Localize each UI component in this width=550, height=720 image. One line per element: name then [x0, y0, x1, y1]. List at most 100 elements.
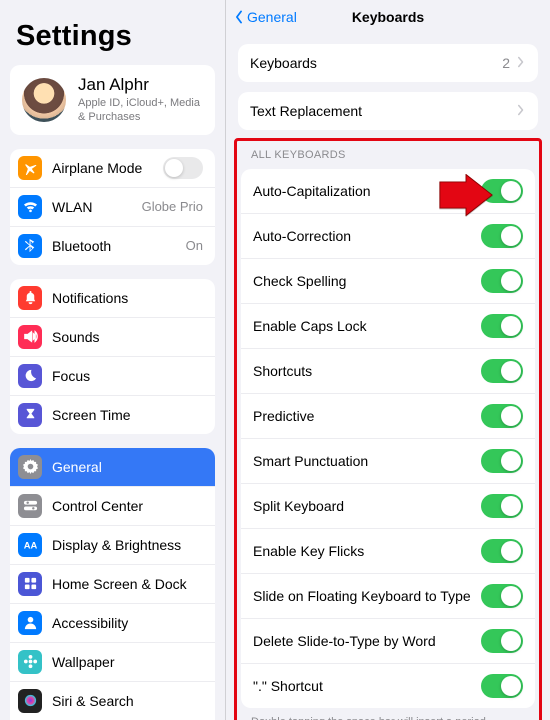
switches-icon [18, 494, 42, 518]
profile-card[interactable]: Jan Alphr Apple ID, iCloud+, Media & Pur… [10, 65, 215, 135]
row-label: Control Center [52, 498, 203, 514]
sidebar-item-display-brightness[interactable]: AA Display & Brightness [10, 525, 215, 564]
annotation-arrow [438, 174, 494, 221]
menu-label: Text Replacement [250, 103, 510, 119]
sidebar: Settings Jan Alphr Apple ID, iCloud+, Me… [0, 0, 225, 720]
profile-name: Jan Alphr [78, 75, 203, 95]
gear-icon [18, 455, 42, 479]
row-label: WLAN [52, 199, 132, 215]
person-icon [18, 611, 42, 635]
sidebar-item-notifications[interactable]: Notifications [10, 279, 215, 317]
toggle-slide-on-floating-keyboard-to-type[interactable] [481, 584, 523, 608]
toggle-enable-key-flicks[interactable] [481, 539, 523, 563]
sidebar-item-wlan[interactable]: WLAN Globe Prio [10, 187, 215, 226]
siri-icon [18, 689, 42, 713]
toggle-row-shortcut[interactable]: "." Shortcut [241, 663, 535, 708]
row-label: Sounds [52, 329, 203, 345]
chevron-right-icon [516, 55, 526, 71]
row-label: Accessibility [52, 615, 203, 631]
flower-icon [18, 650, 42, 674]
bell-icon [18, 286, 42, 310]
row-label: Home Screen & Dock [52, 576, 203, 592]
avatar [22, 78, 66, 122]
profile-sub: Apple ID, iCloud+, Media & Purchases [78, 96, 203, 125]
toggle-auto-correction[interactable] [481, 224, 523, 248]
row-label: Focus [52, 368, 203, 384]
toggle-smart-punctuation[interactable] [481, 449, 523, 473]
sidebar-group-general: General Control Center AA Display & Brightn… [10, 448, 215, 720]
toggle-check-spelling[interactable] [481, 269, 523, 293]
row-label: Bluetooth [52, 238, 176, 254]
shortcut-footer-note: Double tapping the space bar will insert… [237, 708, 539, 720]
menu-row[interactable]: Keyboards2 [238, 44, 538, 82]
hourglass-icon [18, 403, 42, 427]
toggle-enable-caps-lock[interactable] [481, 314, 523, 338]
sidebar-item-screen-time[interactable]: Screen Time [10, 395, 215, 434]
toggle-shortcut[interactable] [481, 674, 523, 698]
toggle-label: Auto-Correction [253, 228, 481, 244]
menu-row[interactable]: Text Replacement [238, 92, 538, 130]
airplane-switch[interactable] [163, 157, 203, 179]
toggle-split-keyboard[interactable] [481, 494, 523, 518]
row-value: On [186, 238, 203, 253]
sidebar-item-general[interactable]: General [10, 448, 215, 486]
toggle-row-slide-on-floating-keyboard-to-type[interactable]: Slide on Floating Keyboard to Type [241, 573, 535, 618]
sidebar-item-airplane-mode[interactable]: Airplane Mode [10, 149, 215, 187]
row-label: Airplane Mode [52, 160, 153, 176]
chevron-right-icon [516, 103, 526, 119]
row-label: Wallpaper [52, 654, 203, 670]
toggle-label: Split Keyboard [253, 498, 481, 514]
toggle-label: Smart Punctuation [253, 453, 481, 469]
row-value: Globe Prio [142, 199, 203, 214]
all-keyboards-group: Auto-CapitalizationAuto-CorrectionCheck … [241, 169, 535, 708]
sidebar-item-sounds[interactable]: Sounds [10, 317, 215, 356]
wifi-icon [18, 195, 42, 219]
sidebar-item-accessibility[interactable]: Accessibility [10, 603, 215, 642]
sidebar-item-bluetooth[interactable]: Bluetooth On [10, 226, 215, 265]
header: General Keyboards [226, 0, 550, 34]
grid-icon [18, 572, 42, 596]
toggle-shortcuts[interactable] [481, 359, 523, 383]
toggle-label: Enable Caps Lock [253, 318, 481, 334]
toggle-row-shortcuts[interactable]: Shortcuts [241, 348, 535, 393]
toggle-row-check-spelling[interactable]: Check Spelling [241, 258, 535, 303]
toggle-predictive[interactable] [481, 404, 523, 428]
toggle-delete-slide-to-type-by-word[interactable] [481, 629, 523, 653]
row-label: Siri & Search [52, 693, 203, 709]
sidebar-group-network: Airplane Mode WLAN Globe Prio Bluetooth On [10, 149, 215, 265]
toggle-row-split-keyboard[interactable]: Split Keyboard [241, 483, 535, 528]
toggle-label: Predictive [253, 408, 481, 424]
speaker-icon [18, 325, 42, 349]
toggle-label: Check Spelling [253, 273, 481, 289]
row-label: Display & Brightness [52, 537, 203, 553]
sidebar-group-notifications: Notifications Sounds Focus Screen Time [10, 279, 215, 434]
toggle-row-smart-punctuation[interactable]: Smart Punctuation [241, 438, 535, 483]
toggle-label: Shortcuts [253, 363, 481, 379]
toggle-label: Enable Key Flicks [253, 543, 481, 559]
toggle-row-delete-slide-to-type-by-word[interactable]: Delete Slide-to-Type by Word [241, 618, 535, 663]
row-label: General [52, 459, 203, 475]
sidebar-item-focus[interactable]: Focus [10, 356, 215, 395]
moon-icon [18, 364, 42, 388]
toggle-row-predictive[interactable]: Predictive [241, 393, 535, 438]
toggle-label: Delete Slide-to-Type by Word [253, 633, 481, 649]
back-button[interactable]: General [232, 9, 297, 25]
settings-heading: Settings [0, 0, 225, 61]
menu-label: Keyboards [250, 55, 502, 71]
toggle-label: Slide on Floating Keyboard to Type [253, 588, 481, 604]
row-label: Screen Time [52, 407, 203, 423]
sidebar-item-siri-search[interactable]: Siri & Search [10, 681, 215, 720]
back-label: General [247, 9, 297, 25]
chevron-left-icon [232, 10, 246, 24]
section-label-all-keyboards: ALL KEYBOARDS [237, 141, 539, 165]
sidebar-item-control-center[interactable]: Control Center [10, 486, 215, 525]
row-label: Notifications [52, 290, 203, 306]
toggle-row-enable-caps-lock[interactable]: Enable Caps Lock [241, 303, 535, 348]
main-panel: General Keyboards Keyboards2 Text Replace… [225, 0, 550, 720]
toggle-row-enable-key-flicks[interactable]: Enable Key Flicks [241, 528, 535, 573]
airplane-icon [18, 156, 42, 180]
sidebar-item-home-screen-dock[interactable]: Home Screen & Dock [10, 564, 215, 603]
svg-text:AA: AA [23, 540, 37, 550]
menu-keyboards: Keyboards2 [238, 44, 538, 82]
sidebar-item-wallpaper[interactable]: Wallpaper [10, 642, 215, 681]
